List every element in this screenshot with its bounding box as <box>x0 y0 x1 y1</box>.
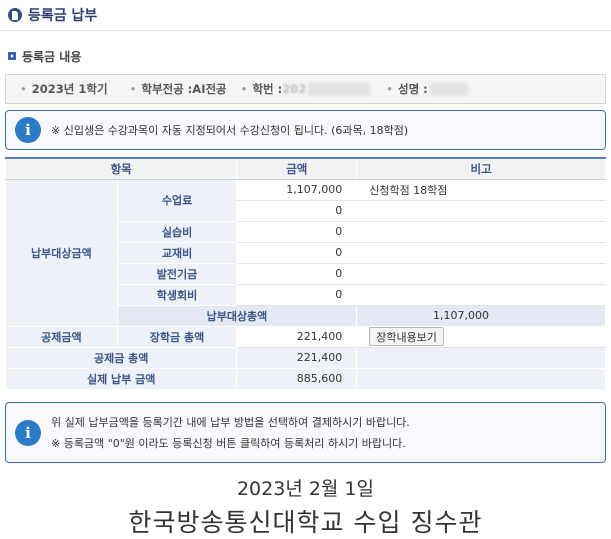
student-id-redacted <box>308 82 371 96</box>
actual-payment-label: 실제 납부 금액 <box>4 367 238 390</box>
header-amount: 금액 <box>236 157 358 180</box>
row-remark-student-council <box>356 283 606 306</box>
table-header-row: 항목 금액 비고 <box>4 157 606 180</box>
row-remark-tuition-extra <box>356 199 606 222</box>
issuer-name: 한국방송통신대학교 수입 징수관 <box>128 508 483 537</box>
notice-payment-line1: 위 실제 납부금액을 등록기간 내에 납부 방법을 선택하여 결제하시기 바랍니… <box>51 415 410 429</box>
notice-freshman: i ※ 신입생은 수강과목이 자동 지정되어서 수강신청이 됩니다. (6과목,… <box>5 110 606 150</box>
student-id-info: 학번 : 202 <box>241 81 371 97</box>
student-name-redacted <box>429 82 468 96</box>
row-amount-textbook: 0 <box>236 241 358 264</box>
major-label: 학부전공 : <box>141 82 193 96</box>
row-label-textbook: 교재비 <box>116 241 238 264</box>
issue-date: 2023년 2월 1일 <box>236 478 375 500</box>
row-label-student-council: 학생회비 <box>116 283 238 306</box>
notice-payment-text: 위 실제 납부금액을 등록기간 내에 납부 방법을 선택하여 결제하시기 바랍니… <box>51 412 410 454</box>
row-label-tuition: 수업료 <box>116 178 238 222</box>
student-info-bar: 2023년 1학기 학부전공 : AI전공 학번 : 202 성명 : <box>5 74 606 104</box>
payable-total-label: 납부대상총액 <box>116 304 358 327</box>
page-title: 등록금 납부 <box>28 8 98 24</box>
row-amount-student-council: 0 <box>236 283 358 306</box>
deduction-total-value: 221,400 <box>236 346 358 369</box>
notice-freshman-text: ※ 신입생은 수강과목이 자동 지정되어서 수강신청이 됩니다. (6과목, 1… <box>51 123 409 137</box>
row-amount-development: 0 <box>236 262 358 285</box>
scholarship-label: 장학금 총액 <box>116 325 238 348</box>
actual-payment-value: 885,600 <box>236 367 358 390</box>
scholarship-amount: 221,400 <box>236 325 358 348</box>
row-remark-tuition: 신청학점 18학점 <box>356 178 606 201</box>
major-value: AI전공 <box>192 82 227 96</box>
student-id-label: 학번 : <box>252 82 283 96</box>
notice-payment: i 위 실제 납부금액을 등록기간 내에 납부 방법을 선택하여 결제하시기 바… <box>5 402 606 463</box>
group-payable-label: 납부대상금액 <box>5 178 118 327</box>
deduction-total-label: 공제금 총액 <box>4 346 238 369</box>
row-amount-practice: 0 <box>236 220 358 243</box>
student-name-info: 성명 : <box>386 81 468 97</box>
row-label-practice: 실습비 <box>116 220 238 243</box>
row-remark-textbook <box>356 241 606 264</box>
table-row-deduction-total: 공제금 총액 221,400 <box>4 346 606 369</box>
actual-payment-remark <box>356 367 606 390</box>
row-label-development: 발전기금 <box>116 262 238 285</box>
row-remark-development <box>356 262 606 285</box>
major-info: 학부전공 : AI전공 <box>130 81 227 97</box>
row-remark-practice <box>356 220 606 243</box>
row-amount-tuition: 1,107,000 <box>236 178 358 201</box>
deduction-total-remark <box>356 346 606 369</box>
student-id-prefix: 202 <box>282 82 307 96</box>
table-row: 공제금액 장학금 총액 221,400 장학내용보기 <box>5 325 606 348</box>
info-icon: i <box>15 419 41 446</box>
fee-table: 항목 금액 비고 납부대상금액 수업료 1,107,000 신청학점 18학점 … <box>4 157 606 390</box>
table-row-actual-payment: 실제 납부 금액 885,600 <box>4 367 606 390</box>
payable-total-value: 1,107,000 <box>356 304 606 327</box>
term-label: 2023년 1학기 <box>20 81 108 97</box>
arrow-bullet-icon <box>8 52 16 60</box>
header-item: 항목 <box>4 157 238 180</box>
view-scholarship-button[interactable]: 장학내용보기 <box>369 327 444 346</box>
row-amount-tuition-extra: 0 <box>236 199 358 222</box>
info-icon: i <box>15 117 41 143</box>
document-icon <box>8 8 22 22</box>
scholarship-remark: 장학내용보기 <box>356 325 606 348</box>
notice-payment-line2: ※ 등록금액 "0"원 이라도 등록신청 버튼 클릭하여 등록처리 하시기 바랍… <box>51 436 406 450</box>
student-name-label: 성명 : <box>398 82 428 96</box>
table-row: 납부대상금액 수업료 1,107,000 신청학점 18학점 <box>5 178 606 327</box>
title-bar: 등록금 납부 <box>0 0 611 31</box>
section-header: 등록금 내용 <box>8 48 81 64</box>
header-remark: 비고 <box>356 157 606 180</box>
group-deduction-label: 공제금액 <box>5 325 118 348</box>
section-title: 등록금 내용 <box>22 49 82 64</box>
